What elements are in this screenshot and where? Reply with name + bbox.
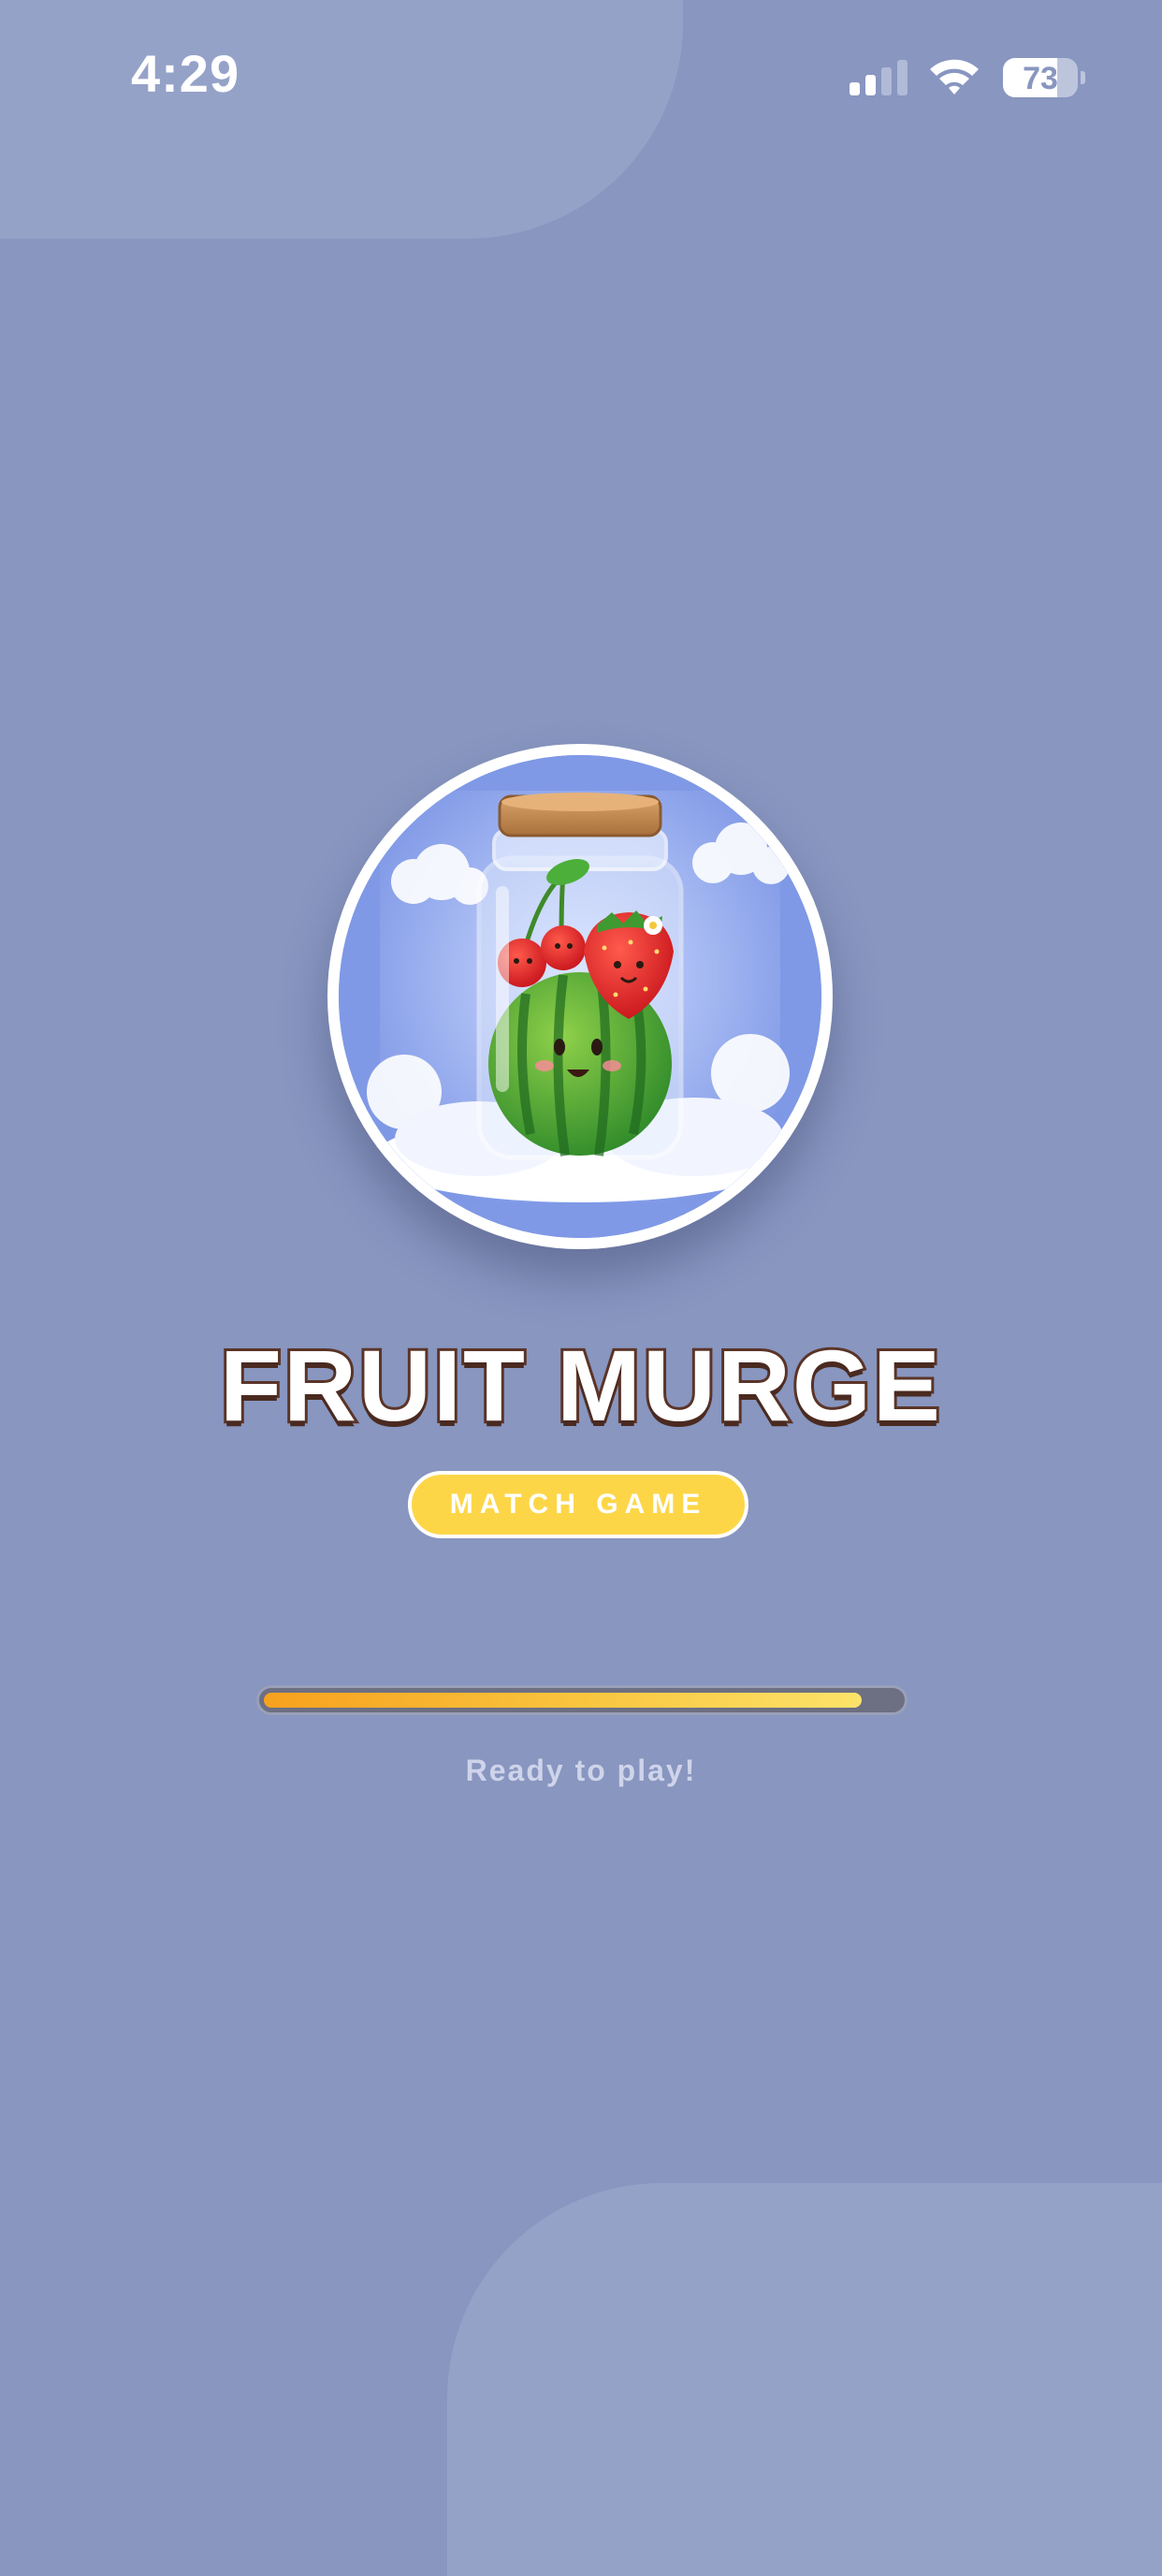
loading-progress-bar <box>256 1685 908 1715</box>
game-title: FRUIT MURGE <box>217 1326 943 1445</box>
loading-status-text: Ready to play! <box>465 1754 697 1787</box>
wifi-icon <box>926 56 982 97</box>
game-subtitle-badge: MATCH GAME <box>408 1471 748 1538</box>
loading-progress-fill <box>264 1693 862 1708</box>
signal-icon <box>850 60 908 95</box>
decor-shape-top <box>0 0 683 239</box>
fruit-jar-logo-icon <box>339 755 821 1238</box>
decor-shape-bottom <box>447 2183 1162 2576</box>
battery-icon: 73 <box>1003 58 1078 97</box>
status-time: 4:29 <box>131 44 240 103</box>
battery-percentage: 73 <box>1023 61 1058 96</box>
battery-tip <box>1081 71 1085 84</box>
game-logo <box>327 744 833 1249</box>
